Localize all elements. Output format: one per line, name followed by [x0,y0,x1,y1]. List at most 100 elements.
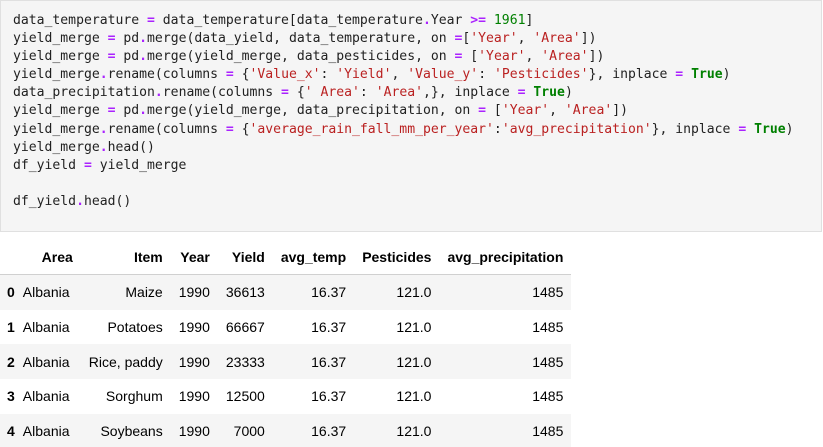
code-token: Year [430,13,471,28]
code-token: yield_merge [13,121,100,137]
table-cell: 16.37 [311,284,347,301]
code-token: . [76,193,84,209]
table-cell: 121.0 [396,284,432,301]
code-token: = [225,121,234,137]
table-cell: 23333 [225,353,265,370]
code-token: : [493,121,502,137]
table-cell: Albania [22,284,70,301]
code-token: yield_merge [13,31,108,47]
code-token: = [675,67,684,83]
table-cell: 1990 [178,353,210,370]
code-token: pd [115,31,140,47]
code-token: ) [722,67,731,83]
column-header: Yield [217,240,273,275]
table-cell: Rice, paddy [88,353,163,370]
table-cell: 66667 [225,319,265,336]
column-header: Item [80,240,171,275]
code-token: merge(yield_merge, data_precipitation, o… [147,103,479,119]
table-cell: 121.0 [396,423,432,440]
code-token: { [233,121,250,137]
row-index: 1 [7,319,15,336]
table-row: 4 Albania Soybeans 1990 7000 16.37 121.0 1485 [0,413,572,447]
column-header: Year [170,240,218,275]
column-header: avg_temp [272,240,355,275]
code-token: 'avg_precipitation' [501,121,652,137]
column-header: avg_precipitation [439,240,572,275]
code-token: ]) [612,103,628,119]
table-cell: Albania [22,353,70,370]
code-token: head() [83,193,132,209]
code-token: yield_merge [13,67,100,83]
table-cell: 16.37 [311,319,347,336]
table-cell: 121.0 [396,388,432,405]
code-token: }, inplace [651,121,739,137]
code-token: [ [486,103,502,119]
code-token: rename(columns [162,85,282,101]
code-line: data_precipitation.rename(columns = {' A… [13,84,794,102]
table-cell: 121.0 [396,319,432,336]
code-token: pd [115,103,140,119]
code-token: . [99,67,108,83]
code-line: df_yield.head() [13,193,794,211]
code-line: yield_merge.rename(columns = {'Value_x':… [13,66,794,84]
code-token: rename(columns [107,121,226,137]
code-token: , [549,103,565,119]
code-token: True [754,121,786,137]
table-cell: 1990 [178,284,210,301]
code-token: 'Value_x' [249,67,321,83]
code-token: , [391,67,408,83]
code-token: data_precipitation [13,85,155,101]
code-token: . [154,85,163,101]
code-token: . [99,139,108,155]
code-token: 'Area' [541,49,589,65]
row-index: 0 [7,284,15,301]
code-line: yield_merge = pd.merge(data_yield, data_… [13,30,794,48]
code-token: }, inplace [588,67,676,83]
code-token: = [147,13,155,28]
code-token: 'Area' [375,85,423,101]
code-token: merge(data_yield, data_temperature, on [147,31,455,47]
table-cell: 1485 [532,284,564,301]
code-token: True [691,67,723,83]
row-index: 4 [7,423,15,440]
code-line: df_yield = yield_merge [13,157,794,175]
code-token: yield_merge [13,49,108,65]
code-token: [ [462,49,479,65]
code-token: yield_merge [91,157,187,173]
code-token: >= [470,13,487,28]
code-token: = [478,103,487,119]
code-token: = [107,103,116,119]
code-line: yield_merge = pd.merge(yield_merge, data… [13,102,794,120]
table-cell: 1990 [178,423,210,440]
code-cell[interactable]: data_temperature = data_temperature[data… [0,0,822,232]
code-token: { [288,85,305,101]
table-cell: 1990 [178,388,210,405]
table-cell: Maize [125,284,163,301]
code-token: 'Year' [470,31,518,47]
code-token: ,}, inplace [423,85,518,101]
code-token: 'Yield' [336,67,392,83]
code-editor[interactable]: data_temperature = data_temperature[data… [13,12,794,211]
index-header [0,240,23,275]
code-token: 'Year' [478,49,526,65]
table-row: 3 Albania Sorghum 1990 12500 16.37 121.0 1485 [0,379,572,414]
code-token: = [225,67,234,83]
row-index: 3 [7,388,15,405]
code-token: 'Year' [501,103,550,119]
code-token: data_temperature[data_temperature [154,13,423,28]
table-cell: Albania [22,423,70,440]
table-cell: Albania [22,319,70,336]
table-cell: Soybeans [100,423,163,440]
table-cell: 12500 [225,388,265,405]
dataframe-table: Area Item Year Yield avg_temp Pesticides… [0,240,572,447]
table-body: 0 Albania Maize 1990 36613 16.37 121.0 1485 1 Alb… [0,274,572,447]
code-token: 'Area' [533,31,581,47]
code-token: = [281,85,289,101]
table-cell: 1485 [532,388,564,405]
code-token: ) [564,85,573,101]
code-token: yield_merge [13,103,108,119]
code-line: yield_merge = pd.merge(yield_merge, data… [13,48,794,66]
code-token: = [107,31,116,47]
